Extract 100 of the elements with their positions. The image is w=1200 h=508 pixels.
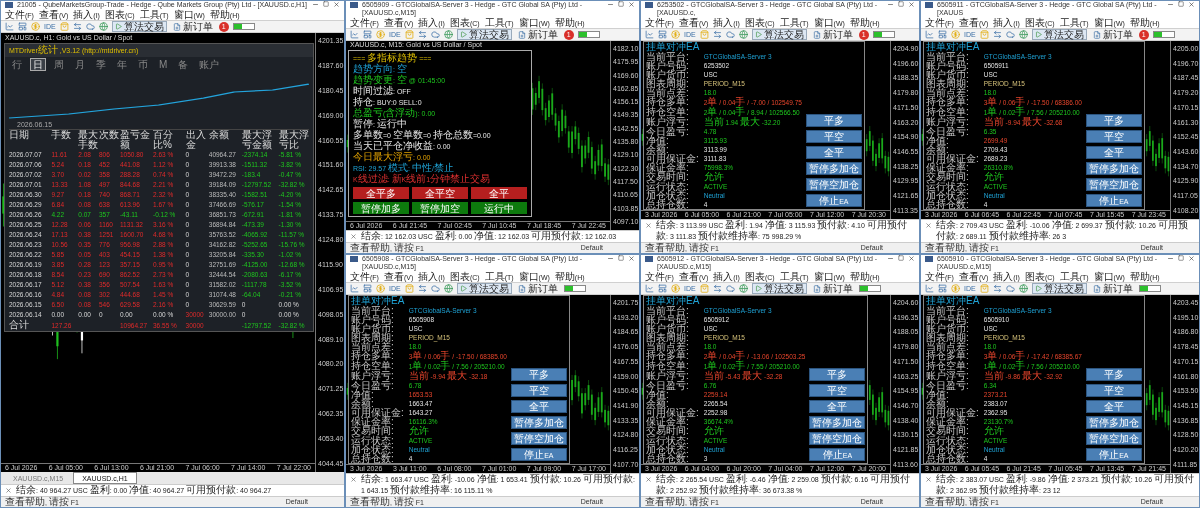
action-button[interactable]: 全平 <box>809 400 866 413</box>
period-tab[interactable]: 月 <box>72 58 88 71</box>
chart-icon[interactable] <box>645 284 654 293</box>
arrows-icon[interactable] <box>992 30 1002 39</box>
period-tab[interactable]: 备 <box>175 58 192 71</box>
action-button[interactable]: 平空 <box>809 384 866 397</box>
template-icon[interactable] <box>18 22 27 31</box>
template-icon[interactable] <box>363 30 372 39</box>
bag-icon[interactable] <box>699 30 709 39</box>
action-button[interactable]: 运行中 <box>471 202 527 214</box>
arrows-icon[interactable] <box>417 284 427 293</box>
template-icon[interactable] <box>658 30 667 39</box>
chart-icon[interactable] <box>350 284 359 293</box>
action-button[interactable]: 暂停多加仓 <box>510 416 567 429</box>
algo-trading-button[interactable]: 算法交易 <box>1031 29 1087 40</box>
maximize-icon[interactable] <box>618 1 624 7</box>
template-icon[interactable] <box>658 284 667 293</box>
cloud-icon[interactable] <box>430 30 440 39</box>
arrows-icon[interactable] <box>712 284 722 293</box>
globe-icon[interactable] <box>443 284 453 293</box>
close-icon[interactable] <box>645 476 652 483</box>
period-tab[interactable]: 季 <box>93 58 109 71</box>
chart-icon[interactable] <box>925 30 934 39</box>
action-button[interactable]: 平多 <box>510 368 567 381</box>
algo-trading-button[interactable]: 算法交易 <box>456 283 512 294</box>
action-button[interactable]: 暂停多加仓 <box>1085 162 1142 175</box>
action-button[interactable]: 平多 <box>1085 114 1142 127</box>
cloud-icon[interactable] <box>430 284 440 293</box>
close-icon[interactable] <box>908 255 915 262</box>
globe-icon[interactable] <box>738 30 748 39</box>
action-button[interactable]: 全平空 <box>412 187 468 199</box>
maximize-icon[interactable] <box>1178 1 1184 7</box>
action-button[interactable]: 暂停空加仓 <box>809 432 866 445</box>
coin-icon[interactable] <box>951 284 960 293</box>
arrows-icon[interactable] <box>417 30 427 39</box>
action-button[interactable]: 全平 <box>805 146 862 159</box>
coin-icon[interactable] <box>951 30 960 39</box>
close-icon[interactable] <box>925 222 932 229</box>
template-icon[interactable] <box>938 284 947 293</box>
template-icon[interactable] <box>938 30 947 39</box>
chart-icon[interactable] <box>645 30 654 39</box>
maximize-icon[interactable] <box>1178 255 1184 261</box>
action-button[interactable]: 暂停加空 <box>412 202 468 214</box>
new-order-button[interactable]: 新订单 <box>810 29 855 40</box>
cloud-icon[interactable] <box>725 284 735 293</box>
coin-icon[interactable] <box>31 22 40 31</box>
globe-icon[interactable] <box>98 22 108 31</box>
bag-icon[interactable] <box>59 22 69 31</box>
period-tab[interactable]: M <box>156 58 171 71</box>
close-icon[interactable] <box>925 476 932 483</box>
minimize-icon[interactable] <box>607 255 614 262</box>
algo-trading-button[interactable]: 算法交易 <box>111 21 167 32</box>
close-icon[interactable] <box>645 222 652 229</box>
period-tab[interactable]: 账户 <box>196 58 223 71</box>
action-button[interactable]: 全平 <box>1085 146 1142 159</box>
action-button[interactable]: 平空 <box>1085 384 1142 397</box>
new-order-button[interactable]: 新订单 <box>1090 283 1135 294</box>
close-icon[interactable] <box>5 487 12 494</box>
close-icon[interactable] <box>1188 255 1195 262</box>
arrows-icon[interactable] <box>712 30 722 39</box>
action-button[interactable]: 平空 <box>1085 130 1142 143</box>
period-tab[interactable]: 周 <box>51 58 67 71</box>
action-button[interactable]: 全平 <box>1085 400 1142 413</box>
period-tab[interactable]: 行 <box>9 58 25 71</box>
cloud-icon[interactable] <box>1005 284 1015 293</box>
close-icon[interactable] <box>350 476 357 483</box>
bag-icon[interactable] <box>404 30 414 39</box>
close-icon[interactable] <box>350 233 357 240</box>
minimize-icon[interactable] <box>1167 1 1174 8</box>
globe-icon[interactable] <box>738 284 748 293</box>
algo-trading-button[interactable]: 算法交易 <box>1031 283 1087 294</box>
globe-icon[interactable] <box>443 30 453 39</box>
action-button[interactable]: 平空 <box>805 130 862 143</box>
algo-trading-button[interactable]: 算法交易 <box>751 283 807 294</box>
new-order-button[interactable]: 新订单 <box>170 21 215 32</box>
period-tab[interactable]: 年 <box>114 58 130 71</box>
close-icon[interactable] <box>628 255 635 262</box>
action-button[interactable]: 全平多 <box>353 187 409 199</box>
algo-trading-button[interactable]: 算法交易 <box>751 29 807 40</box>
period-tab[interactable]: 币 <box>135 58 151 71</box>
action-button[interactable]: 全平 <box>510 400 567 413</box>
arrows-icon[interactable] <box>992 284 1002 293</box>
maximize-icon[interactable] <box>618 255 624 261</box>
coin-icon[interactable] <box>671 284 680 293</box>
close-icon[interactable] <box>628 1 635 8</box>
minimize-icon[interactable] <box>607 1 614 8</box>
action-button[interactable]: 平多 <box>805 114 862 127</box>
chart-icon[interactable] <box>350 30 359 39</box>
new-order-button[interactable]: 新订单 <box>1090 29 1135 40</box>
bag-icon[interactable] <box>699 284 709 293</box>
cloud-icon[interactable] <box>85 22 95 31</box>
bag-icon[interactable] <box>979 284 989 293</box>
chart-icon[interactable] <box>925 284 934 293</box>
close-icon[interactable] <box>333 1 340 8</box>
action-button[interactable]: 平多 <box>809 368 866 381</box>
action-button[interactable]: 全平 <box>471 187 527 199</box>
action-button[interactable]: 平空 <box>510 384 567 397</box>
action-button[interactable]: 暂停加多 <box>353 202 409 214</box>
template-icon[interactable] <box>363 284 372 293</box>
chart-icon[interactable] <box>5 22 14 31</box>
